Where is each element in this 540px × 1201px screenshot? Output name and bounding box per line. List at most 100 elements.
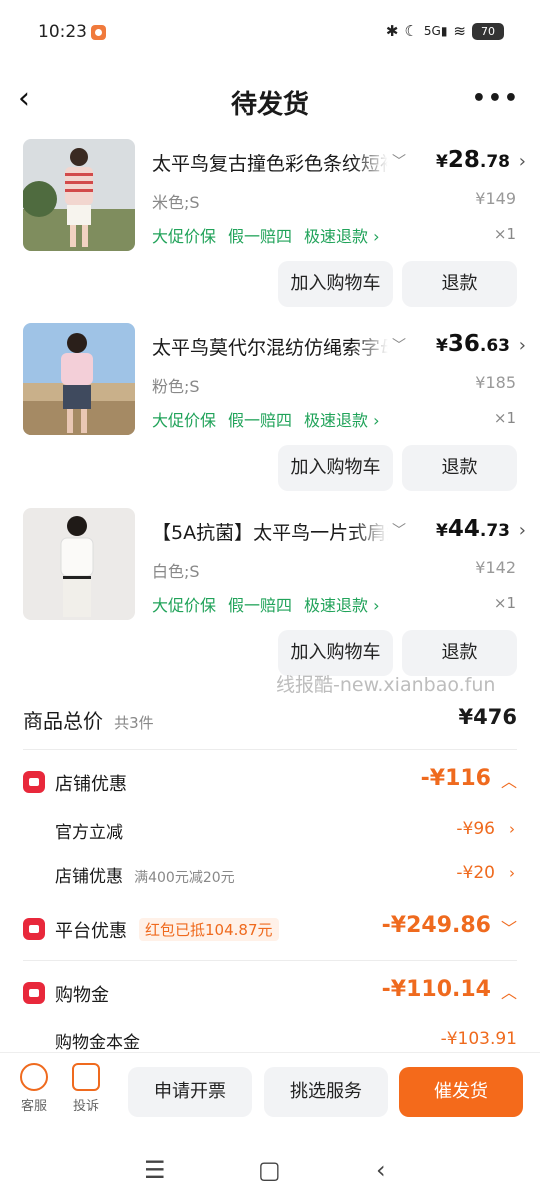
tag-fast-refund: 极速退款 ›	[304, 227, 380, 246]
original-price: ¥185	[475, 373, 516, 392]
urge-shipment-button[interactable]: 催发货	[399, 1067, 523, 1117]
notification-app-icon	[91, 25, 106, 40]
back-nav-icon[interactable]: ‹	[376, 1156, 386, 1184]
chevron-right-icon[interactable]: ›	[519, 151, 526, 172]
product-name[interactable]: 太平鸟莫代尔混纺仿绳索字母T恤	[152, 333, 388, 360]
refund-button[interactable]: 退款	[402, 261, 517, 307]
tag-fast-refund: 极速退款 ›	[304, 596, 380, 615]
principal-label: 购物金本金	[55, 1033, 140, 1053]
red-packet-icon	[23, 918, 45, 940]
shop-discount-label: 店铺优惠	[55, 774, 127, 795]
shop-coupon-label: 店铺优惠	[55, 867, 123, 887]
more-icon[interactable]: •••	[472, 86, 520, 111]
service-tags[interactable]: 大促价保 假一赔四 极速退款 ›	[152, 223, 380, 247]
order-item[interactable]: 【5A抗菌】太平鸟一片式肩短袖 ﹀ ¥44.73 › 白色;S ¥142 大促价…	[0, 508, 540, 692]
moon-icon: ☾	[404, 22, 418, 40]
refund-button[interactable]: 退款	[402, 445, 517, 491]
wifi-icon: ≋	[453, 22, 466, 40]
complaint-button[interactable]: 投诉	[66, 1063, 106, 1114]
red-packet-badge: 红包已抵104.87元	[139, 918, 279, 941]
product-price: ¥28.78	[436, 147, 510, 173]
chevron-up-icon[interactable]: ︿	[501, 768, 517, 792]
bluetooth-icon: ✱	[385, 22, 399, 40]
product-image[interactable]	[23, 323, 135, 435]
chevron-up-icon[interactable]: ︿	[501, 979, 517, 1003]
shop-discount-row[interactable]: 店铺优惠 -¥116 ︿	[23, 765, 517, 801]
original-price: ¥142	[475, 558, 516, 577]
status-time: 10:23	[38, 22, 87, 42]
product-name[interactable]: 【5A抗菌】太平鸟一片式肩短袖	[152, 518, 388, 545]
principal-amount: -¥103.91	[440, 1029, 517, 1049]
platform-discount-label: 平台优惠	[55, 921, 127, 942]
official-cut-amount: -¥96	[456, 819, 495, 839]
order-item[interactable]: 太平鸟复古撞色彩色条纹短袖 ﹀ ¥28.78 › 米色;S ¥149 大促价保 …	[0, 139, 540, 323]
product-image[interactable]	[23, 508, 135, 620]
product-spec: 粉色;S	[152, 377, 200, 396]
tag-fake-compensation: 假一赔四	[228, 411, 293, 430]
total-amount: ¥476	[458, 705, 517, 729]
chevron-down-icon[interactable]: ﹀	[501, 915, 517, 939]
product-qty: ×1	[493, 594, 516, 612]
product-qty: ×1	[493, 409, 516, 427]
chevron-right-icon[interactable]: ›	[519, 335, 526, 356]
chevron-right-icon[interactable]: ›	[519, 520, 526, 541]
official-cut-row[interactable]: 官方立减 -¥96 ›	[55, 818, 517, 846]
order-item[interactable]: 太平鸟莫代尔混纺仿绳索字母T恤 ﹀ ¥36.63 › 粉色;S ¥185 大促价…	[0, 323, 540, 507]
watermark-text: 线报酷-new.xianbao.fun	[276, 674, 496, 696]
total-row: 商品总价 共3件 ¥476	[23, 705, 517, 735]
battery-icon: 70	[472, 22, 504, 40]
total-label: 商品总价	[23, 709, 103, 733]
shopping-money-row[interactable]: 购物金 -¥110.14 ︿	[23, 976, 517, 1012]
status-icons: ✱ ☾ 5G▮ ≋ 70	[386, 22, 504, 40]
signal-icon: 5G▮	[423, 24, 448, 38]
complaint-icon	[72, 1063, 100, 1091]
product-spec: 白色;S	[152, 562, 200, 581]
product-name[interactable]: 太平鸟复古撞色彩色条纹短袖	[152, 149, 388, 176]
official-cut-label: 官方立减	[55, 823, 123, 843]
shop-discount-amount: -¥116	[420, 766, 491, 791]
tag-fake-compensation: 假一赔四	[228, 227, 293, 246]
service-tags[interactable]: 大促价保 假一赔四 极速退款 ›	[152, 407, 380, 431]
shop-coupon-row[interactable]: 店铺优惠 满400元减20元 -¥20 ›	[55, 862, 517, 890]
shopping-bag-icon	[23, 982, 45, 1004]
shopping-money-label: 购物金	[55, 985, 109, 1006]
shop-icon	[23, 771, 45, 793]
original-price: ¥149	[475, 189, 516, 208]
menu-icon[interactable]: ☰	[144, 1156, 166, 1184]
tag-price-protect: 大促价保	[152, 411, 217, 430]
product-price: ¥44.73	[436, 516, 510, 542]
page-title: 待发货	[230, 90, 309, 120]
platform-discount-amount: -¥249.86	[381, 913, 491, 938]
customer-service-icon	[20, 1063, 48, 1091]
product-qty: ×1	[493, 225, 516, 243]
tag-fake-compensation: 假一赔四	[228, 596, 293, 615]
add-to-cart-button[interactable]: 加入购物车	[278, 445, 393, 491]
invoice-button[interactable]: 申请开票	[128, 1067, 252, 1117]
tag-fast-refund: 极速退款 ›	[304, 411, 380, 430]
customer-service-button[interactable]: 客服	[14, 1063, 54, 1114]
divider	[23, 960, 517, 961]
product-spec: 米色;S	[152, 193, 200, 212]
status-bar: 10:23 ✱ ☾ 5G▮ ≋ 70	[0, 0, 540, 62]
chevron-down-icon[interactable]: ﹀	[392, 520, 406, 540]
choose-service-button[interactable]: 挑选服务	[264, 1067, 388, 1117]
product-image[interactable]	[23, 139, 135, 251]
service-tags[interactable]: 大促价保 假一赔四 极速退款 ›	[152, 592, 380, 616]
divider	[23, 749, 517, 750]
top-nav: ‹ 待发货 •••	[0, 70, 540, 130]
tag-price-protect: 大促价保	[152, 227, 217, 246]
chevron-down-icon[interactable]: ﹀	[392, 151, 406, 171]
tag-price-protect: 大促价保	[152, 596, 217, 615]
product-price: ¥36.63	[436, 331, 510, 357]
bottom-action-bar: 客服 投诉 申请开票 挑选服务 催发货	[0, 1052, 540, 1142]
total-count: 共3件	[114, 714, 154, 732]
platform-discount-row[interactable]: 平台优惠 红包已抵104.87元 -¥249.86 ﹀	[23, 912, 517, 948]
chevron-right-icon[interactable]: ›	[509, 820, 515, 838]
home-icon[interactable]: ▢	[258, 1156, 281, 1184]
shop-coupon-amount: -¥20	[456, 863, 495, 883]
shopping-money-amount: -¥110.14	[381, 977, 491, 1002]
chevron-down-icon[interactable]: ﹀	[392, 335, 406, 355]
add-to-cart-button[interactable]: 加入购物车	[278, 261, 393, 307]
chevron-right-icon[interactable]: ›	[509, 864, 515, 882]
system-nav-bar: ☰ ▢ ‹	[0, 1142, 540, 1201]
